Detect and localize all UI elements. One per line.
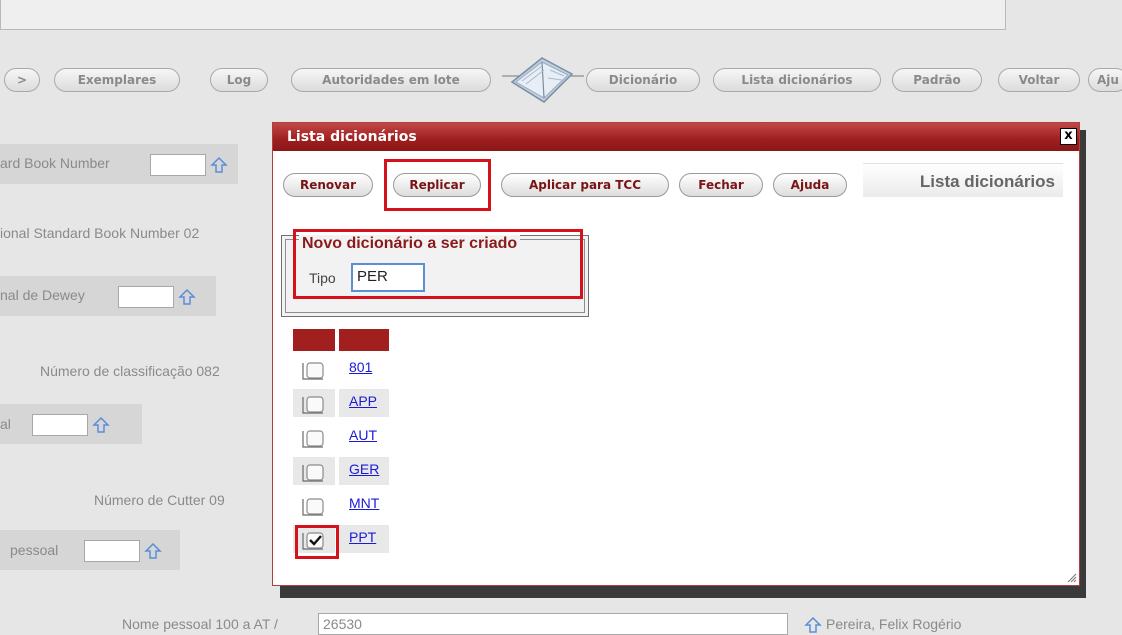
dictionary-code-link[interactable]: APP [349, 393, 377, 409]
dictionary-code-link[interactable]: PPT [349, 529, 376, 545]
toolbar-button-exemplares[interactable]: Exemplares [54, 68, 180, 92]
pessoal-input[interactable] [84, 540, 140, 562]
toolbar-button-log[interactable]: Log [210, 68, 268, 92]
checkbox-icon[interactable] [301, 427, 327, 449]
dictionary-code-link[interactable]: AUT [349, 427, 377, 443]
author-name: Pereira, Felix Rogério [826, 616, 962, 632]
close-icon[interactable]: x [1060, 128, 1077, 145]
replicar-highlight [384, 159, 491, 211]
table-header-select [293, 329, 335, 351]
table-header-code [339, 329, 389, 351]
lista-dicionarios-modal: Lista dicionários x Renovar Replicar Apl… [272, 122, 1080, 586]
dictionary-code-link[interactable]: 801 [349, 359, 372, 375]
top-field-box [0, 0, 1006, 30]
classification-label: Número de classificação 082 [40, 363, 220, 379]
toolbar-button-next[interactable]: > [4, 68, 40, 92]
ajuda-button[interactable]: Ajuda [773, 173, 847, 197]
resize-grip-icon[interactable] [1065, 571, 1077, 583]
toolbar-button-autoridades-em-lote[interactable]: Autoridades em lote [291, 68, 491, 92]
isbn-input[interactable] [150, 154, 206, 176]
toolbar-button-ajuda[interactable]: Aju [1088, 68, 1122, 92]
new-dictionary-highlight [293, 229, 583, 299]
dictionary-code-link[interactable]: GER [349, 461, 379, 477]
fechar-button[interactable]: Fechar [679, 173, 763, 197]
checkbox-icon[interactable] [301, 461, 327, 483]
dictionary-code-link[interactable]: MNT [349, 495, 379, 511]
arrow-up-icon[interactable] [92, 416, 110, 434]
nome-pessoal-label: Nome pessoal 100 a AT / [122, 616, 278, 632]
cdd-input[interactable] [118, 286, 174, 308]
toolbar-button-dicionario[interactable]: Dicionário [586, 68, 700, 92]
dictionary-book-icon[interactable] [502, 48, 584, 106]
checkbox-icon[interactable] [301, 393, 327, 415]
isbn-label: ard Book Number [0, 155, 110, 171]
toolbar-button-padrao[interactable]: Padrão [892, 68, 982, 92]
toolbar-button-lista-dicionarios[interactable]: Lista dicionários [713, 68, 881, 92]
local-input[interactable] [32, 414, 88, 436]
modal-title[interactable]: Lista dicionários [273, 123, 1079, 151]
nome-pessoal-input[interactable]: 26530 [318, 613, 788, 635]
panel-title: Lista dicionários [863, 163, 1063, 197]
aplicar-para-tcc-button[interactable]: Aplicar para TCC [501, 173, 669, 197]
cutter-label: Número de Cutter 09 [94, 492, 225, 508]
checked-row-highlight [295, 525, 339, 559]
arrow-up-icon[interactable] [210, 156, 228, 174]
arrow-up-icon[interactable] [178, 288, 196, 306]
arrow-up-icon[interactable] [804, 616, 822, 634]
issn-label: ional Standard Book Number 02 [0, 225, 200, 241]
toolbar-button-voltar[interactable]: Voltar [998, 68, 1080, 92]
checkbox-icon[interactable] [301, 495, 327, 517]
cdd-label: nal de Dewey [0, 287, 85, 303]
checkbox-icon[interactable] [301, 359, 327, 381]
arrow-up-icon[interactable] [144, 542, 162, 560]
local-label: al [0, 416, 11, 432]
pessoal-label: pessoal [10, 542, 59, 558]
renovar-button[interactable]: Renovar [283, 173, 373, 197]
